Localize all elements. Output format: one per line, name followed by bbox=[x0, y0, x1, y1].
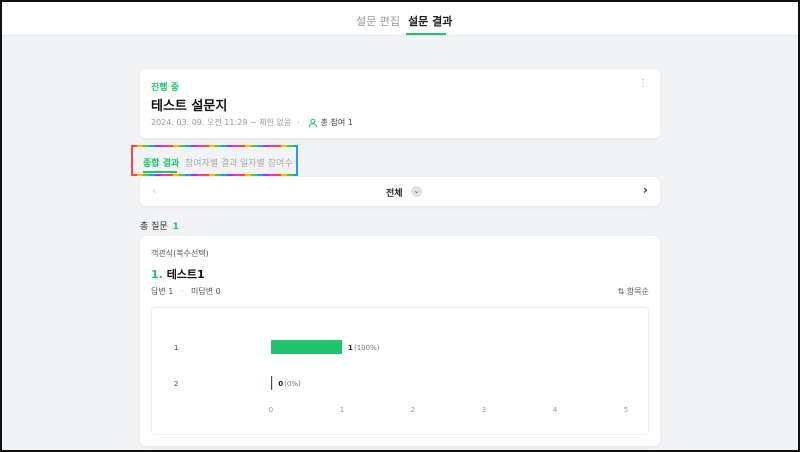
bar bbox=[271, 376, 273, 390]
x-tick-label: 3 bbox=[482, 406, 486, 414]
question-title-text: 테스트1 bbox=[166, 268, 205, 281]
sort-button[interactable]: ⇅ 항목순 bbox=[618, 286, 649, 297]
status-badge: 진행 중 bbox=[151, 83, 179, 93]
survey-summary-card: 진행 중 테스트 설문지 2024. 03. 09. 오전 11:29 ~ 제한… bbox=[140, 69, 660, 138]
question-type: 객관식(복수선택) bbox=[151, 249, 209, 258]
survey-meta: 2024. 03. 09. 오전 11:29 ~ 제한 없음 · 총 참여 1 bbox=[151, 117, 353, 128]
chevron-down-icon[interactable]: ⌄ bbox=[411, 186, 422, 197]
subtab-by-participant[interactable]: 참여자별 결과 bbox=[185, 156, 238, 169]
person-icon bbox=[308, 118, 318, 128]
percent-label: (0%) bbox=[284, 380, 301, 388]
top-navigation: 설문 편집 설문 결과 bbox=[2, 2, 798, 36]
subtab-overall-results[interactable]: 종합 결과 bbox=[143, 156, 179, 169]
category-label: 2 bbox=[174, 380, 178, 388]
tab-survey-results[interactable]: 설문 결과 bbox=[408, 13, 452, 29]
chevron-left-icon[interactable]: ‹ bbox=[152, 184, 156, 197]
total-questions-label: 총 질문 bbox=[140, 222, 168, 232]
survey-title: 테스트 설문지 bbox=[151, 99, 228, 114]
value-label: 1 bbox=[348, 344, 353, 352]
category-label: 1 bbox=[174, 344, 178, 352]
participant-count: 총 참여 1 bbox=[320, 118, 353, 127]
x-tick-label: 4 bbox=[553, 406, 558, 414]
filter-bar: ‹ 전체 ⌄ › bbox=[140, 177, 660, 206]
x-tick-label: 2 bbox=[411, 406, 415, 414]
total-questions-count: 1 bbox=[172, 222, 179, 232]
stats-separator: · bbox=[180, 287, 184, 296]
answer-stats: 답변 1 · 미답변 0 bbox=[151, 286, 221, 297]
question-number: 1. bbox=[151, 268, 163, 281]
bar-chart-svg: 1 1 (100%)2 0 (0%)0 1 2 3 4 5 bbox=[174, 340, 628, 414]
percent-label: (100%) bbox=[354, 344, 380, 352]
filter-select-label[interactable]: 전체 bbox=[386, 186, 403, 199]
x-tick-label: 1 bbox=[340, 406, 344, 414]
tab-survey-edit[interactable]: 설문 편집 bbox=[356, 13, 400, 29]
meta-separator: · bbox=[297, 118, 300, 127]
question-title: 1. 테스트1 bbox=[151, 266, 205, 282]
subtab-by-date[interactable]: 일자별 참여수 bbox=[240, 156, 293, 169]
active-tab-indicator bbox=[406, 33, 446, 35]
bar-chart: 1 1 (100%) 2 0 (0%) 0 1 2 3 4 5 bbox=[151, 307, 649, 435]
chevron-right-icon[interactable]: › bbox=[643, 183, 648, 197]
survey-date-range: 2024. 03. 09. 오전 11:29 ~ 제한 없음 bbox=[151, 118, 292, 127]
more-options-icon[interactable]: ⋮ bbox=[638, 79, 648, 89]
x-tick-label: 0 bbox=[269, 406, 273, 414]
question-result-card: 객관식(복수선택) 1. 테스트1 답변 1 · 미답변 0 ⇅ 항목순 1 1(… bbox=[140, 236, 660, 446]
total-questions: 총 질문 1 bbox=[140, 219, 179, 232]
sort-icon: ⇅ bbox=[617, 287, 625, 296]
answered-count: 답변 1 bbox=[151, 287, 174, 296]
active-subtab-indicator bbox=[143, 171, 177, 173]
bar bbox=[271, 340, 342, 354]
sort-label: 항목순 bbox=[626, 287, 649, 296]
x-tick-label: 5 bbox=[624, 406, 628, 414]
unanswered-count: 미답변 0 bbox=[191, 287, 221, 296]
result-view-tabs: 종합 결과 참여자별 결과 일자별 참여수 bbox=[131, 145, 298, 176]
value-label: 0 bbox=[278, 380, 283, 388]
